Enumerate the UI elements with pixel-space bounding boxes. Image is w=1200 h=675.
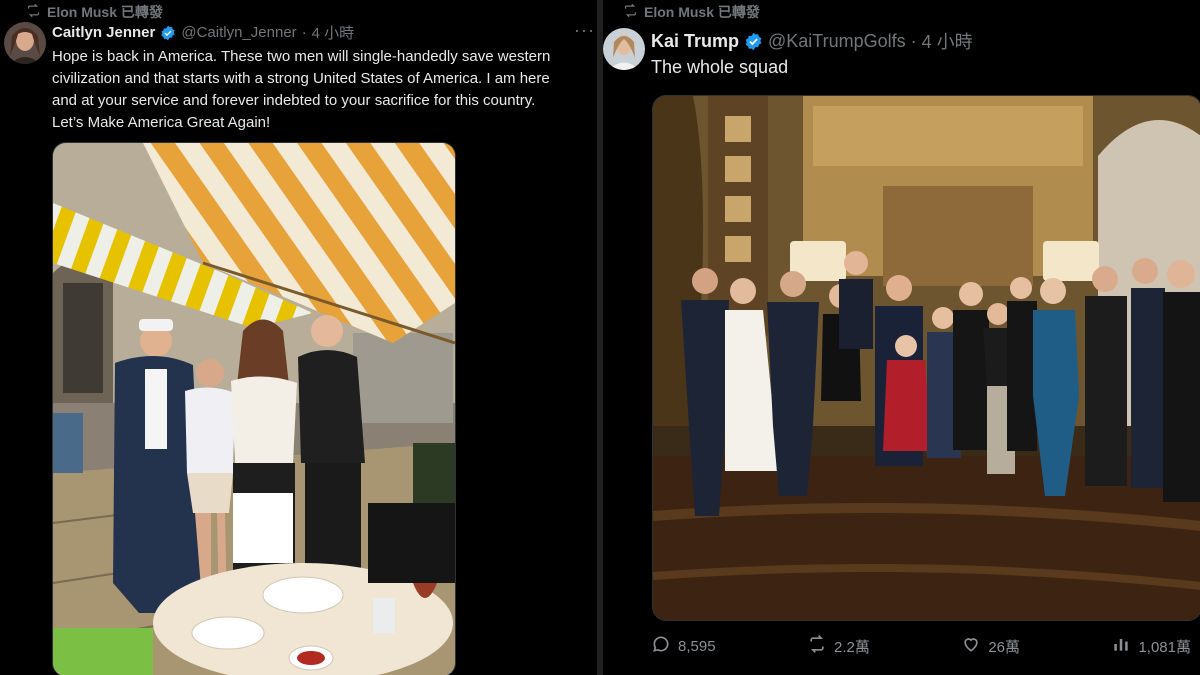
retweet-label: Elon Musk 已轉發: [644, 4, 760, 20]
more-icon[interactable]: ···: [574, 20, 595, 41]
retweet-icon: [623, 3, 638, 21]
separator-dot: ·: [910, 30, 917, 51]
retweet-context[interactable]: Elon Musk 已轉發: [26, 2, 163, 22]
retweet-context[interactable]: Elon Musk 已轉發: [623, 2, 760, 22]
repost-button[interactable]: 2.2萬: [807, 634, 870, 658]
repost-icon: [807, 634, 827, 658]
tweet-text-line: civilization and that starts with a stro…: [52, 70, 550, 87]
author-handle[interactable]: @KaiTrumpGolfs: [768, 31, 906, 52]
author-name[interactable]: Kai Trump: [651, 31, 739, 52]
verified-badge-icon: [744, 32, 763, 51]
author-name[interactable]: Caitlyn Jenner: [52, 24, 155, 41]
tweet-header: Caitlyn Jenner @Caitlyn_Jenner · 4 小時: [52, 22, 354, 43]
reply-button[interactable]: 8,595: [651, 634, 716, 658]
retweet-icon: [26, 3, 41, 21]
views-count: 1,081萬: [1138, 638, 1191, 656]
retweet-label: Elon Musk 已轉發: [47, 4, 163, 20]
tweet-text-line: Hope is back in America. These two men w…: [52, 48, 551, 65]
tweet-text: The whole squad: [651, 57, 789, 77]
like-button[interactable]: 26萬: [961, 634, 1020, 658]
tweet-photo-group[interactable]: [652, 95, 1200, 621]
tweet-kai-trump[interactable]: Elon Musk 已轉發 Kai Trump @KaiTrumpGolfs ·…: [603, 0, 1200, 675]
tweet-photo-patio[interactable]: [52, 142, 456, 675]
reply-count: 8,595: [678, 637, 716, 655]
author-handle[interactable]: @Caitlyn_Jenner: [181, 24, 296, 41]
tweet-header: Kai Trump @KaiTrumpGolfs · 4 小時: [651, 28, 973, 54]
tweet-text: Hope is back in America. These two men w…: [52, 46, 592, 134]
reply-icon: [651, 634, 671, 658]
like-count: 26萬: [988, 638, 1020, 656]
repost-count: 2.2萬: [834, 638, 870, 656]
verified-badge-icon: [160, 25, 176, 41]
views-icon: [1111, 634, 1131, 658]
tweet-caitlyn-jenner[interactable]: Elon Musk 已轉發 Caitlyn Jenner @Caitlyn_Je…: [0, 0, 597, 675]
avatar[interactable]: [603, 28, 645, 70]
avatar[interactable]: [4, 22, 46, 64]
tweet-text-line: and at your service and forever indebted…: [52, 92, 536, 109]
tweet-text-line: Let’s Make America Great Again!: [52, 114, 271, 131]
tweet-actions: 8,595 2.2萬 26萬 1,081萬: [651, 634, 1191, 658]
timestamp[interactable]: 4 小時: [922, 28, 973, 54]
timestamp[interactable]: 4 小時: [312, 22, 355, 43]
separator-dot: ·: [301, 24, 307, 41]
views-button[interactable]: 1,081萬: [1111, 634, 1191, 658]
like-icon: [961, 634, 981, 658]
